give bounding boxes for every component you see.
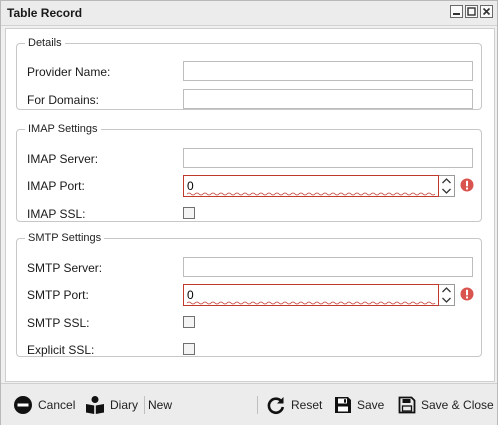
decrement-arrow-icon[interactable] — [439, 295, 454, 305]
footer-toolbar: Cancel Diary New Reset Save Save & Close — [1, 383, 497, 425]
cancel-button[interactable]: Cancel — [13, 394, 75, 416]
maximize-icon — [467, 7, 476, 16]
smtp-server-input[interactable] — [183, 257, 473, 277]
smtp-settings-group: SMTP Settings SMTP Server: SMTP Port: SM… — [16, 232, 482, 357]
smtp-settings-legend: SMTP Settings — [28, 232, 102, 244]
footer-separator — [257, 396, 258, 414]
imap-server-row: IMAP Server: — [27, 148, 487, 170]
reset-label: Reset — [291, 398, 323, 412]
imap-port-row: IMAP Port: — [27, 175, 487, 197]
explicit-ssl-checkbox[interactable] — [183, 343, 195, 355]
form-area: Details Provider Name: For Domains: IMAP… — [5, 28, 495, 382]
reset-button[interactable]: Reset — [266, 394, 322, 416]
window-controls — [450, 5, 493, 18]
table-record-window: Table Record Details Provider Name: For … — [0, 0, 498, 425]
save-label: Save — [357, 398, 385, 412]
save-icon — [335, 397, 351, 413]
increment-arrow-icon[interactable] — [439, 285, 454, 295]
details-legend: Details — [28, 37, 62, 49]
imap-server-input[interactable] — [183, 148, 473, 168]
details-group: Details Provider Name: For Domains: — [16, 37, 482, 110]
diary-button[interactable]: Diary — [85, 394, 138, 416]
window-title: Table Record — [7, 6, 83, 20]
minimize-icon — [453, 13, 460, 15]
smtp-port-label: SMTP Port: — [27, 288, 89, 302]
imap-settings-legend: IMAP Settings — [28, 123, 98, 135]
smtp-ssl-checkbox[interactable] — [183, 316, 195, 328]
validation-error-icon[interactable] — [460, 178, 474, 192]
explicit-ssl-row: Explicit SSL: — [27, 339, 487, 361]
book-icon — [86, 396, 104, 414]
increment-arrow-icon[interactable] — [439, 176, 454, 186]
for-domains-row: For Domains: — [27, 89, 487, 111]
provider-name-row: Provider Name: — [27, 61, 487, 83]
title-bar[interactable]: Table Record — [1, 1, 497, 26]
imap-ssl-label: IMAP SSL: — [27, 207, 86, 221]
smtp-ssl-row: SMTP SSL: — [27, 312, 487, 334]
decrement-arrow-icon[interactable] — [439, 186, 454, 196]
imap-port-label: IMAP Port: — [27, 179, 85, 193]
explicit-ssl-label: Explicit SSL: — [27, 343, 95, 357]
maximize-button[interactable] — [465, 5, 478, 18]
spelling-error-underline — [187, 301, 436, 305]
smtp-server-row: SMTP Server: — [27, 257, 487, 279]
for-domains-input[interactable] — [183, 89, 473, 109]
validation-error-icon[interactable] — [460, 287, 474, 301]
imap-ssl-checkbox[interactable] — [183, 207, 195, 219]
record-status-label: New — [148, 398, 173, 412]
imap-server-label: IMAP Server: — [27, 152, 99, 166]
refresh-icon — [267, 397, 285, 414]
smtp-port-row: SMTP Port: — [27, 284, 487, 306]
minimize-button[interactable] — [450, 5, 463, 18]
for-domains-label: For Domains: — [27, 93, 100, 107]
close-icon — [482, 7, 491, 16]
cancel-icon — [14, 396, 32, 414]
close-button[interactable] — [480, 5, 493, 18]
imap-ssl-row: IMAP SSL: — [27, 203, 487, 225]
provider-name-label: Provider Name: — [27, 65, 111, 79]
smtp-ssl-label: SMTP SSL: — [27, 316, 90, 330]
spelling-error-underline — [187, 192, 436, 196]
save-close-icon — [398, 396, 416, 414]
smtp-server-label: SMTP Server: — [27, 261, 103, 275]
smtp-port-spinner — [439, 284, 455, 306]
imap-settings-group: IMAP Settings IMAP Server: IMAP Port: IM… — [16, 123, 482, 222]
cancel-label: Cancel — [38, 398, 76, 412]
provider-name-input[interactable] — [183, 61, 473, 81]
save-button[interactable]: Save — [334, 394, 384, 416]
diary-label: Diary — [110, 398, 139, 412]
save-and-close-button[interactable]: Save & Close — [398, 394, 494, 416]
footer-separator — [144, 396, 145, 414]
save-close-label: Save & Close — [421, 398, 494, 412]
imap-port-spinner — [439, 175, 455, 197]
